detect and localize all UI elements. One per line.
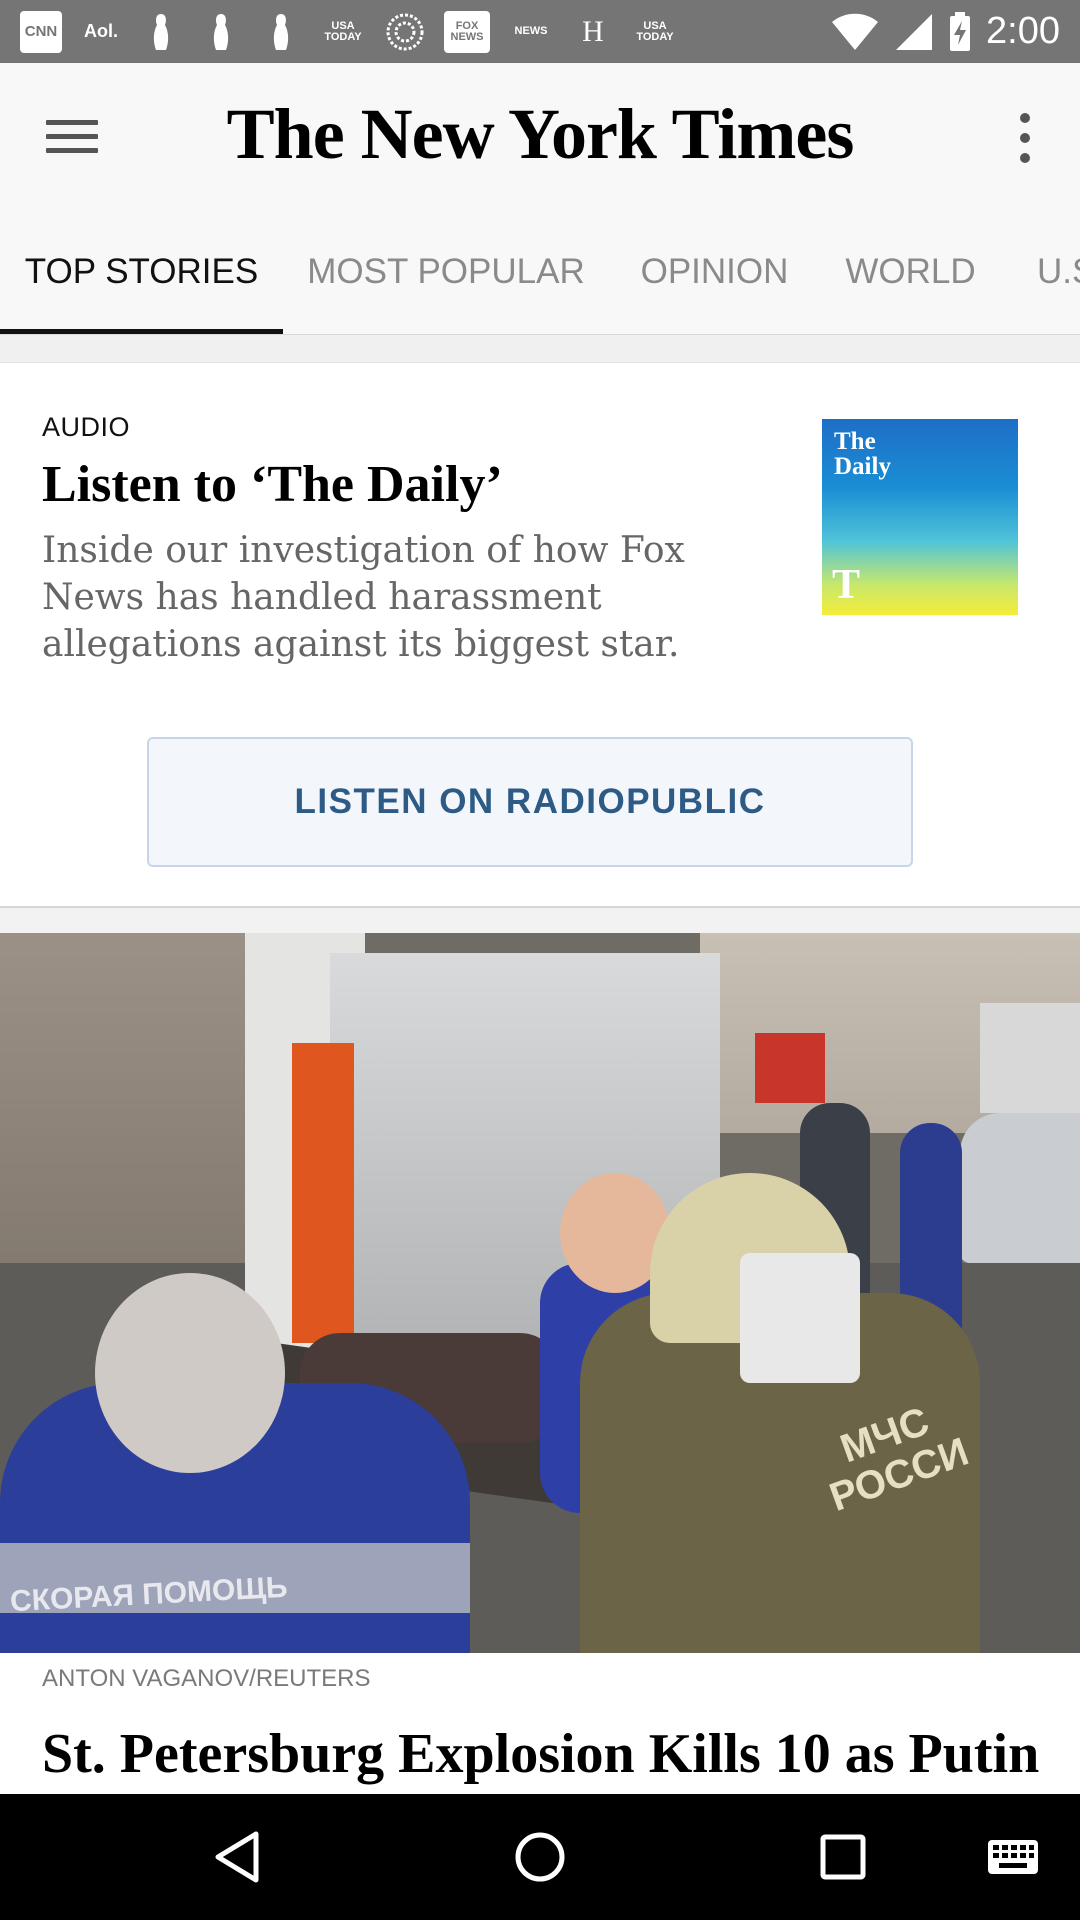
- battery-charging-icon: [950, 11, 971, 51]
- section-divider: [0, 335, 1080, 363]
- tab-us[interactable]: U.S.: [1001, 209, 1080, 334]
- notification-icons: CNN Aol. USA TODAY FOX NEWS NEWS H USA T…: [20, 10, 678, 53]
- audio-title[interactable]: Listen to ‘The Daily’: [42, 455, 503, 514]
- home-icon[interactable]: [480, 1794, 600, 1920]
- bowling-pin-notification-icon: [140, 11, 182, 53]
- more-vert-icon[interactable]: [1010, 113, 1040, 163]
- lead-headline[interactable]: St. Petersburg Explosion Kills 10 as Put…: [42, 1722, 1080, 1792]
- lead-story-photo[interactable]: СКОРАЯ ПОМОЩЬ МЧС РОССИ: [0, 933, 1080, 1653]
- nbc-news-notification-icon: NEWS: [514, 25, 548, 37]
- huffpost-notification-icon: H: [582, 14, 604, 48]
- audio-summary: Inside our investigation of how Fox News…: [42, 530, 685, 665]
- tab-top-stories[interactable]: TOP STORIES: [0, 209, 283, 334]
- fox-news-notification-icon: FOX NEWS: [444, 10, 490, 53]
- app-header: The New York Times: [0, 63, 1080, 209]
- bowling-pin-notification-icon: [260, 11, 302, 53]
- status-bar: CNN Aol. USA TODAY FOX NEWS NEWS H USA T…: [0, 0, 1080, 63]
- the-daily-art-text: The Daily: [834, 428, 891, 480]
- cnn-notification-icon: CNN: [20, 10, 62, 53]
- keyboard-icon[interactable]: [968, 1794, 1058, 1920]
- recents-icon[interactable]: [783, 1794, 903, 1920]
- bowling-pin-notification-icon: [200, 11, 242, 53]
- section-tabs: TOP STORIES MOST POPULAR OPINION WORLD U…: [0, 209, 1080, 335]
- photo-credit: ANTON VAGANOV/REUTERS: [42, 1665, 371, 1692]
- system-status: 2:00: [830, 10, 1060, 53]
- tab-opinion[interactable]: OPINION: [609, 209, 820, 334]
- usa-today-notification-icon: USA TODAY: [636, 19, 674, 43]
- audio-card[interactable]: AUDIO Listen to ‘The Daily’ Inside our i…: [0, 363, 1080, 906]
- navigation-bar: [0, 1794, 1080, 1920]
- cell-signal-icon: [896, 13, 933, 50]
- listen-on-radiopublic-button[interactable]: LISTEN ON RADIOPUBLIC: [147, 737, 913, 867]
- bbc-circle-notification-icon: [384, 11, 426, 53]
- nyt-t-logo-icon: T: [832, 562, 861, 608]
- usa-today-notification-icon: USA TODAY: [324, 19, 362, 43]
- wifi-icon: [832, 13, 879, 50]
- back-icon[interactable]: [177, 1794, 297, 1920]
- the-daily-artwork[interactable]: The Daily T: [822, 419, 1018, 615]
- tab-world[interactable]: WORLD: [820, 209, 1001, 334]
- audio-kicker: AUDIO: [42, 412, 131, 442]
- aol-notification-icon: Aol.: [84, 21, 118, 41]
- card-divider: [0, 906, 1080, 933]
- tab-most-popular[interactable]: MOST POPULAR: [283, 209, 609, 334]
- clock: 2:00: [986, 10, 1060, 52]
- nyt-logo: The New York Times: [226, 94, 855, 174]
